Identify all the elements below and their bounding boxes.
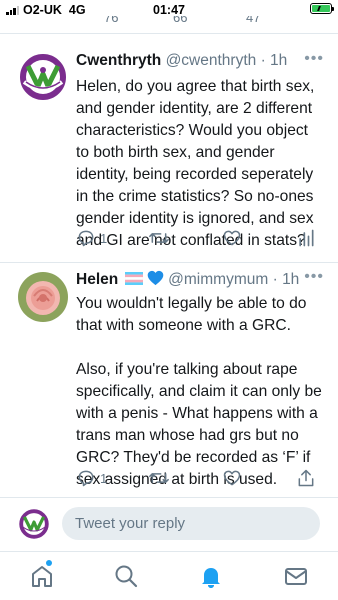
author-handle[interactable]: @mimmymum — [168, 271, 268, 288]
tab-messages[interactable] — [282, 562, 310, 590]
tab-home[interactable] — [28, 560, 56, 590]
author-name[interactable]: Helen — [76, 271, 118, 288]
separator-dot: · — [260, 52, 266, 69]
battery-charging-icon — [310, 3, 334, 14]
analytics-button[interactable] — [296, 228, 316, 248]
avatar — [18, 508, 50, 540]
suffragette-logo-icon — [18, 508, 50, 540]
tab-notifications[interactable] — [197, 562, 225, 590]
previous-like-count: 47 — [246, 16, 261, 25]
tweet-text: You wouldn't legally be able to do that … — [76, 295, 322, 488]
tweet-header: Cwenthryth @cwenthryth · 1h — [76, 52, 322, 70]
reply-icon — [78, 230, 94, 247]
reply-icon — [78, 470, 94, 487]
pink-rose-icon — [18, 272, 68, 322]
tweet-actions: 1 — [76, 228, 324, 250]
share-icon — [298, 469, 314, 487]
search-icon — [115, 565, 138, 588]
suffragette-logo-icon — [18, 52, 68, 102]
avatar[interactable] — [18, 272, 68, 322]
reply-input[interactable]: Tweet your reply — [62, 507, 320, 540]
tab-bar — [0, 551, 338, 600]
messages-icon — [285, 568, 307, 585]
new-content-dot — [46, 560, 52, 566]
author-handle[interactable]: @cwenthryth — [166, 52, 257, 69]
like-button[interactable] — [222, 228, 242, 248]
author-name[interactable]: Cwenthryth — [76, 52, 161, 69]
retweet-button[interactable] — [148, 468, 170, 488]
retweet-icon — [149, 233, 169, 243]
transgender-flag-icon — [124, 272, 143, 285]
home-icon — [32, 566, 52, 587]
blue-heart-icon — [147, 270, 164, 286]
avatar[interactable] — [18, 52, 68, 102]
tweet-actions: 1 — [76, 468, 324, 490]
tweet-time: 1h — [270, 52, 288, 69]
retweet-button[interactable] — [148, 228, 170, 248]
share-button[interactable] — [296, 468, 316, 488]
previous-tweet-actions: 76 66 47 — [70, 16, 320, 28]
notifications-icon — [202, 568, 220, 588]
reply-button[interactable]: 1 — [76, 468, 107, 488]
reply-composer: Tweet your reply — [0, 497, 338, 551]
separator-dot: · — [272, 271, 278, 288]
like-icon — [223, 470, 241, 486]
tweet-text: Helen, do you agree that birth sex, and … — [76, 78, 319, 249]
reply-count: 1 — [100, 470, 108, 486]
tweet-time: 1h — [282, 271, 300, 288]
analytics-icon — [299, 229, 314, 247]
tab-search[interactable] — [112, 562, 140, 590]
reply-button[interactable]: 1 — [76, 228, 107, 248]
tweet-cwenthryth[interactable]: Cwenthryth @cwenthryth · 1h ••• Helen, d… — [0, 34, 338, 262]
like-button[interactable] — [222, 468, 242, 488]
clock: 01:47 — [153, 3, 185, 17]
reply-count: 1 — [100, 230, 108, 246]
like-icon — [223, 230, 241, 246]
tweet-header: Helen @mimmymum · 1h — [76, 270, 322, 289]
previous-reply-count: 76 — [104, 16, 119, 25]
retweet-icon — [149, 473, 169, 483]
tweet-helen[interactable]: Helen @mimmymum · 1h ••• You wouldn't le… — [0, 263, 338, 496]
more-options-icon[interactable]: ••• — [304, 268, 324, 286]
more-options-icon[interactable]: ••• — [304, 50, 324, 68]
previous-retweet-count: 66 — [173, 16, 188, 25]
